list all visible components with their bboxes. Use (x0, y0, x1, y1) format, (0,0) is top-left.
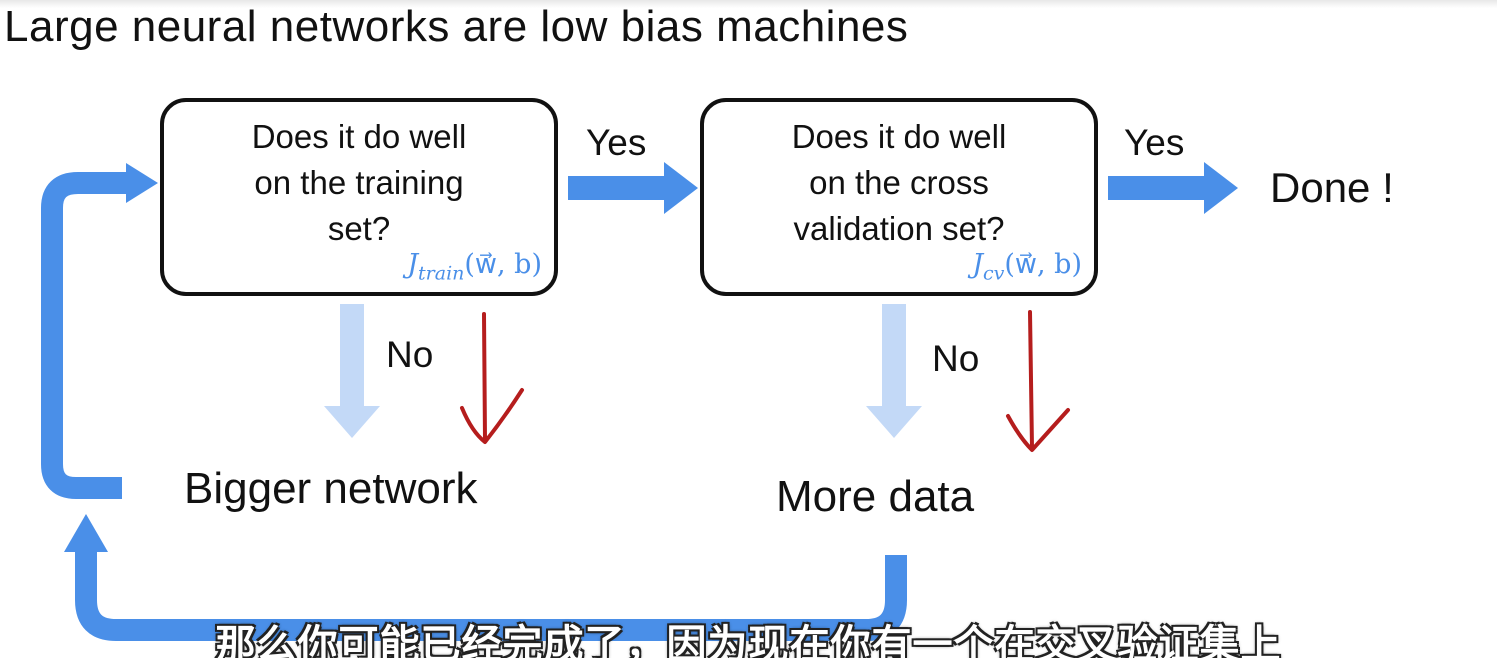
yes-label-1: Yes (586, 122, 647, 163)
no-arrow-1-shaft (340, 304, 364, 408)
training-question-line-3: set? (327, 210, 391, 247)
training-set-question: Does it do well on the training set? (164, 114, 554, 252)
no-label-1: No (386, 334, 434, 375)
no-label-2: No (932, 338, 980, 379)
more-data-label: More data (776, 472, 975, 521)
cv-question-line-1: Does it do well (791, 118, 1007, 155)
j-train-formula: Jtrain(w⃗, b) (407, 249, 542, 284)
cv-question-line-3: validation set? (793, 210, 1005, 247)
loop-arrow-bigger-network-shaft (41, 172, 128, 499)
cv-set-question: Does it do well on the cross validation … (704, 114, 1094, 252)
j-cv-subscript: cv (983, 262, 1005, 284)
no-arrow-2-head (866, 406, 922, 438)
training-question-line-2: on the training (254, 164, 464, 201)
no-arrow-2-shaft (882, 304, 906, 408)
yes-arrow-2-shaft (1108, 176, 1208, 200)
red-annotation-arrow-2 (1006, 310, 1070, 452)
bigger-network-label: Bigger network (184, 464, 478, 513)
yes-arrow-1-head (664, 162, 698, 214)
loop-arrow-bigger-network-head (126, 163, 158, 203)
done-label: Done ! (1270, 164, 1394, 211)
j-cv-symbol: J (972, 248, 984, 280)
no-arrow-1-head (324, 406, 380, 438)
j-cv-formula: Jcv(w⃗, b) (972, 249, 1082, 284)
red-annotation-arrow-1 (460, 312, 524, 444)
video-subtitle: 那么你可能已经完成了，因为现在你有一个在交叉验证集上 (215, 622, 1282, 658)
j-train-subscript: train (418, 262, 465, 284)
j-train-args: (w⃗, b) (464, 248, 542, 280)
j-train-symbol: J (407, 248, 419, 280)
cv-set-question-box: Does it do well on the cross validation … (700, 98, 1098, 296)
training-set-question-box: Does it do well on the training set? Jtr… (160, 98, 558, 296)
training-question-line-1: Does it do well (251, 118, 467, 155)
yes-arrow-1-shaft (568, 176, 668, 200)
loop-arrow-more-data-head (64, 514, 108, 552)
cv-question-line-2: on the cross (809, 164, 989, 201)
yes-label-2: Yes (1124, 122, 1185, 163)
yes-arrow-2-head (1204, 162, 1238, 214)
j-cv-args: (w⃗, b) (1004, 248, 1082, 280)
